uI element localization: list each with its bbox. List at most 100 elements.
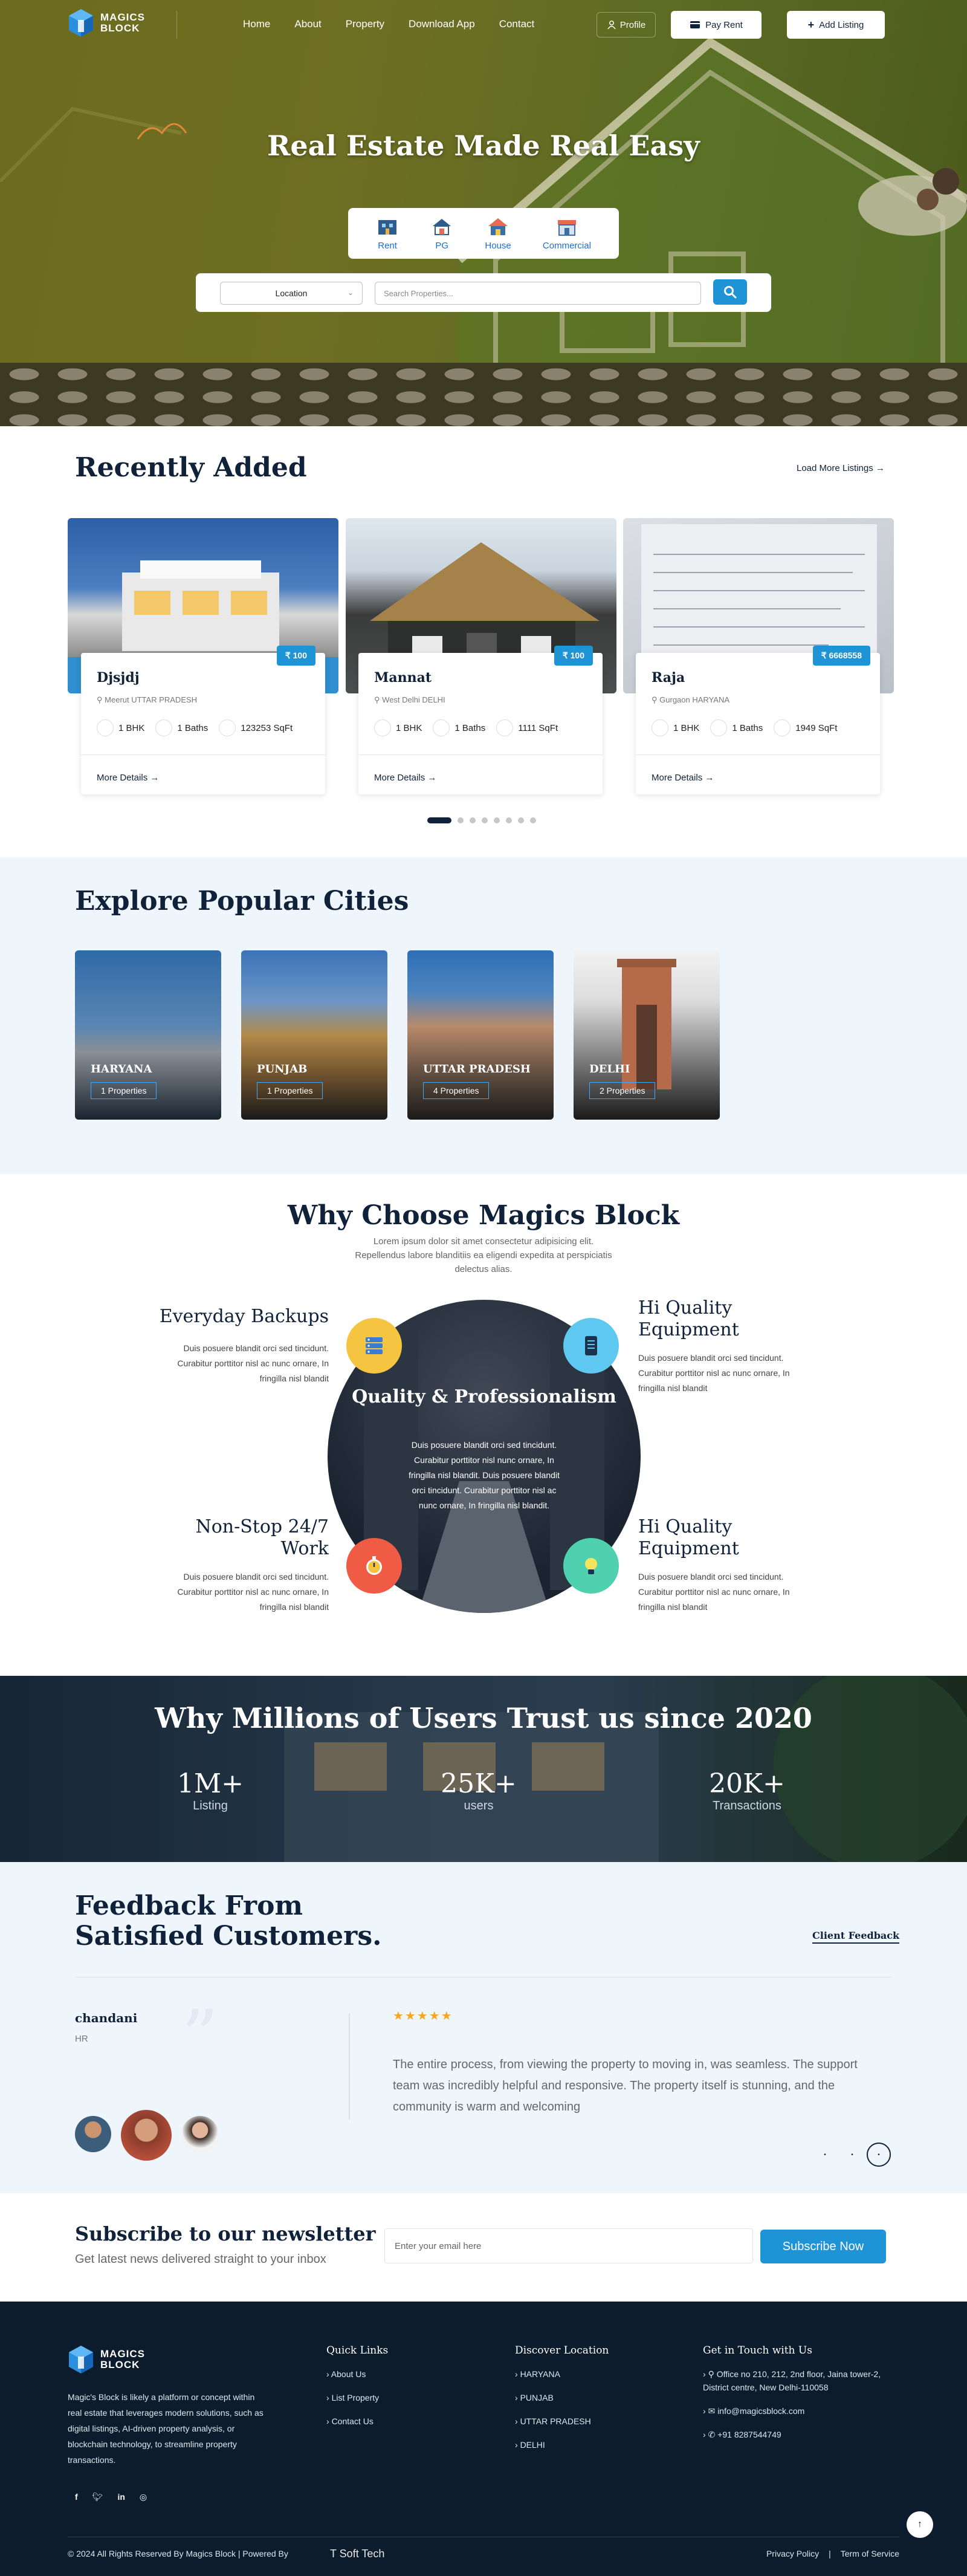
city-property-count: 4 Properties bbox=[423, 1082, 490, 1099]
phone-icon: ✆ bbox=[708, 2430, 716, 2439]
lightbulb-icon bbox=[585, 1558, 597, 1574]
more-details-link[interactable]: More Details → bbox=[97, 773, 159, 783]
listing-title[interactable]: Mannat bbox=[374, 670, 432, 686]
carousel-dot[interactable] bbox=[530, 817, 536, 823]
type-house[interactable]: House bbox=[485, 216, 511, 251]
why-choose-subtitle: Lorem ipsum dolor sit amet consectetur a… bbox=[355, 1236, 612, 1274]
commercial-icon bbox=[557, 219, 576, 236]
footer-logo[interactable]: MAGICS BLOCK bbox=[68, 2344, 145, 2375]
listing-card: ₹ 100 Mannat ⚲ West Delhi DELHI 1 BHK 1 … bbox=[358, 646, 603, 794]
city-card-uttar-pradesh[interactable]: UTTAR PRADESH 4 Properties bbox=[407, 950, 554, 1120]
twitter-icon[interactable]: 🐦︎ bbox=[92, 2492, 103, 2502]
carousel-dot-active[interactable] bbox=[427, 817, 451, 823]
more-details-label: More Details bbox=[652, 773, 703, 783]
add-listing-label: Add Listing bbox=[819, 19, 864, 30]
reviewer-name: chandani bbox=[75, 2011, 138, 2025]
nav-download-app[interactable]: Download App bbox=[409, 18, 475, 30]
reviewer-avatar[interactable] bbox=[181, 2116, 219, 2153]
type-commercial[interactable]: Commercial bbox=[543, 216, 591, 251]
footer-location-uttar-pradesh[interactable]: › UTTAR PRADESH bbox=[515, 2415, 591, 2428]
terms-of-service-link[interactable]: Term of Service bbox=[841, 2549, 899, 2558]
add-listing-button[interactable]: + Add Listing bbox=[787, 11, 885, 39]
listing-price-badge: ₹ 100 bbox=[554, 646, 593, 666]
brand-logo[interactable]: MAGICS BLOCK bbox=[68, 8, 145, 38]
feedback-mid-button[interactable]: • bbox=[840, 2143, 864, 2167]
stat-value: 20K+ bbox=[709, 1768, 785, 1799]
feature-equipment-badge bbox=[563, 1318, 619, 1374]
type-pg[interactable]: PG bbox=[430, 216, 453, 251]
feedback-prev-button[interactable]: • bbox=[813, 2143, 837, 2167]
city-name: HARYANA bbox=[91, 1063, 152, 1075]
city-card-delhi[interactable]: DELHI 2 Properties bbox=[574, 950, 720, 1120]
instagram-icon[interactable]: ◎ bbox=[140, 2492, 147, 2502]
profile-button[interactable]: Profile bbox=[597, 12, 656, 37]
stat-listing: 1M+ Listing bbox=[120, 1769, 301, 1813]
nav-contact[interactable]: Contact bbox=[499, 18, 535, 30]
location-select[interactable]: Location ⌄ bbox=[220, 282, 363, 305]
type-pg-label: PG bbox=[435, 240, 449, 251]
reviewer-avatar[interactable] bbox=[75, 2116, 111, 2152]
facebook-icon[interactable]: f bbox=[75, 2492, 78, 2502]
bath-icon bbox=[433, 719, 450, 736]
search-button[interactable] bbox=[713, 279, 747, 305]
load-more-listings-link[interactable]: Load More Listings → bbox=[797, 463, 885, 473]
nav-about[interactable]: About bbox=[294, 18, 321, 30]
search-input[interactable]: Search Properties... bbox=[375, 282, 701, 305]
recently-added-title: Recently Added bbox=[75, 452, 307, 483]
carousel-dot[interactable] bbox=[482, 817, 488, 823]
nav-property[interactable]: Property bbox=[346, 18, 384, 30]
listing-title[interactable]: Djsjdj bbox=[97, 670, 140, 686]
reviewer-avatar-active[interactable] bbox=[121, 2110, 172, 2161]
city-property-count: 1 Properties bbox=[257, 1082, 323, 1099]
quick-links-title: Quick Links bbox=[326, 2344, 389, 2357]
feature-description: Duis posuere blandit orci sed tincidunt.… bbox=[638, 1572, 790, 1612]
divider bbox=[81, 754, 325, 755]
carousel-dot[interactable] bbox=[458, 817, 464, 823]
client-feedback-link[interactable]: Client Feedback bbox=[812, 1930, 900, 1944]
arrow-up-icon: ↑ bbox=[917, 2519, 922, 2529]
carousel-dot[interactable] bbox=[494, 817, 500, 823]
footer-location-haryana[interactable]: › HARYANA bbox=[515, 2367, 591, 2381]
footer-location-label: DELHI bbox=[520, 2440, 545, 2450]
newsletter-email-input[interactable]: Enter your email here bbox=[384, 2228, 753, 2263]
footer-email[interactable]: › ✉ info@magicsblock.com bbox=[703, 2404, 902, 2418]
stat-label: Transactions bbox=[713, 1799, 781, 1812]
listing-bhk: 1 BHK bbox=[396, 722, 422, 733]
footer-location-delhi[interactable]: › DELHI bbox=[515, 2438, 591, 2451]
feature-description: Duis posuere blandit orci sed tincidunt.… bbox=[177, 1572, 329, 1612]
carousel-dot[interactable] bbox=[506, 817, 512, 823]
nav-home[interactable]: Home bbox=[243, 18, 270, 30]
footer-link-list-property[interactable]: › List Property bbox=[326, 2391, 379, 2404]
city-name: PUNJAB bbox=[257, 1063, 308, 1075]
listing-title[interactable]: Raja bbox=[652, 670, 685, 686]
footer-link-about[interactable]: › About Us bbox=[326, 2367, 379, 2381]
type-commercial-label: Commercial bbox=[542, 240, 591, 251]
contact-title: Get in Touch with Us bbox=[703, 2344, 812, 2357]
carousel-dot[interactable] bbox=[470, 817, 476, 823]
more-details-link[interactable]: More Details → bbox=[374, 773, 436, 783]
footer-location-punjab[interactable]: › PUNJAB bbox=[515, 2391, 591, 2404]
area-icon bbox=[774, 719, 791, 736]
type-rent[interactable]: Rent bbox=[376, 216, 399, 251]
credit-card-icon bbox=[690, 21, 700, 28]
type-house-label: House bbox=[485, 240, 511, 251]
feature-title: Hi Quality Equipment bbox=[638, 1516, 739, 1559]
reviewer-role: HR bbox=[75, 2034, 88, 2044]
powered-by-link[interactable]: T Soft Tech bbox=[330, 2548, 384, 2560]
linkedin-icon[interactable]: in bbox=[117, 2492, 125, 2502]
more-details-link[interactable]: More Details → bbox=[652, 773, 714, 783]
subscribe-button[interactable]: Subscribe Now bbox=[760, 2230, 886, 2263]
footer-link-contact[interactable]: › Contact Us bbox=[326, 2415, 379, 2428]
divider bbox=[358, 754, 603, 755]
carousel-dot[interactable] bbox=[518, 817, 524, 823]
city-card-haryana[interactable]: HARYANA 1 Properties bbox=[75, 950, 221, 1120]
footer-phone[interactable]: › ✆ +91 8287544749 bbox=[703, 2428, 902, 2441]
location-select-value: Location bbox=[275, 288, 308, 298]
scroll-to-top-button[interactable]: ↑ bbox=[907, 2511, 933, 2538]
footer-link-label: Contact Us bbox=[331, 2416, 374, 2426]
privacy-policy-link[interactable]: Privacy Policy bbox=[766, 2549, 819, 2558]
feedback-next-button[interactable]: • bbox=[867, 2143, 891, 2167]
pay-rent-button[interactable]: Pay Rent bbox=[671, 11, 762, 39]
footer-link-label: About Us bbox=[331, 2369, 366, 2379]
city-card-punjab[interactable]: PUNJAB 1 Properties bbox=[241, 950, 387, 1120]
